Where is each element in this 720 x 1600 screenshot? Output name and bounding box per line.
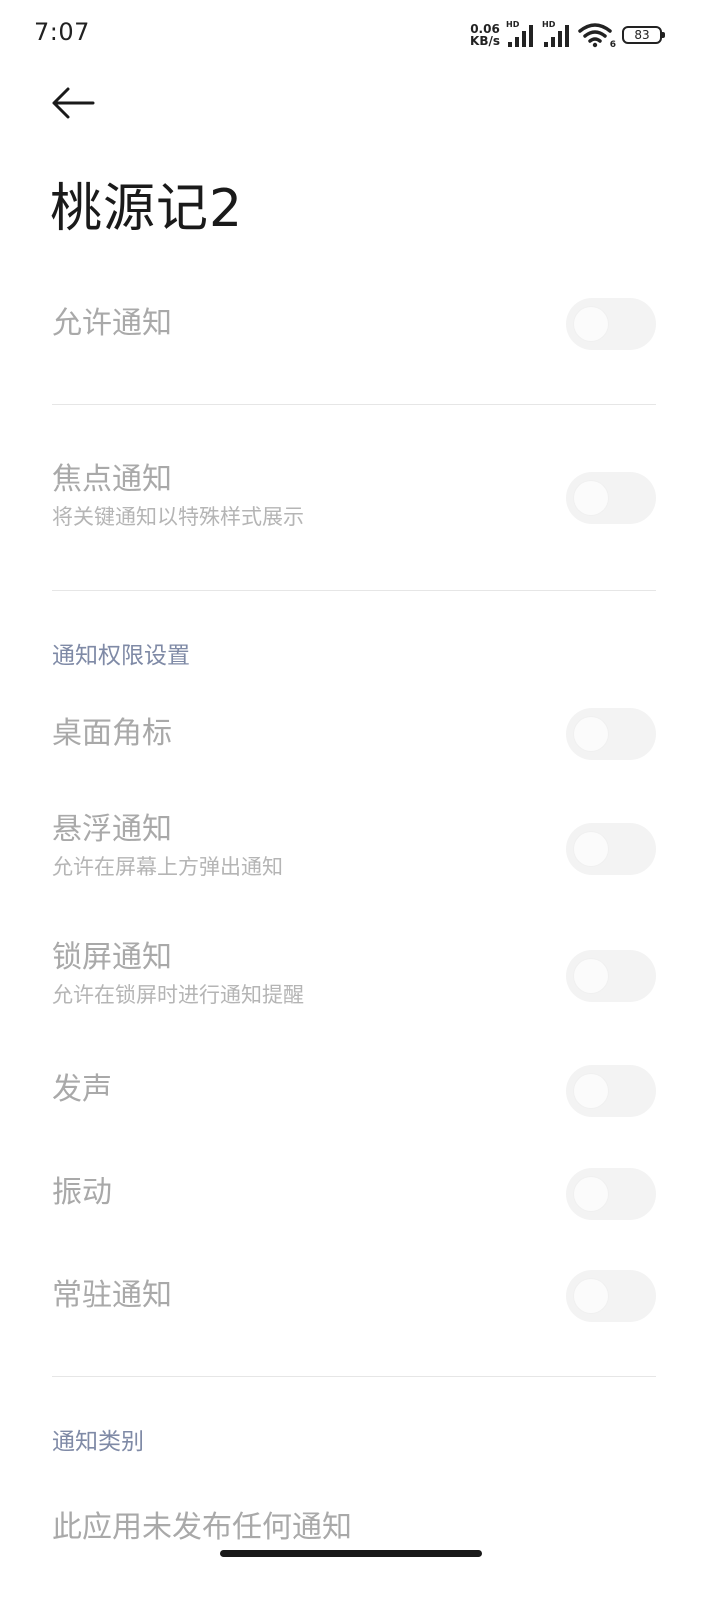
section-header-permissions: 通知权限设置	[52, 643, 190, 669]
floating-notifications-description: 允许在屏幕上方弹出通知	[52, 855, 283, 879]
cellular-signal-2: HD	[542, 20, 572, 48]
floating-notifications-toggle[interactable]	[566, 823, 656, 875]
page-title: 桃源记2	[50, 179, 244, 239]
divider	[52, 1376, 656, 1377]
focus-notifications-description: 将关键通知以特殊样式展示	[52, 505, 304, 529]
allow-notifications-toggle[interactable]	[566, 298, 656, 350]
wifi-status: 6	[578, 22, 616, 50]
network-speed: 0.06 KB/s	[470, 23, 500, 47]
persistent-notifications-toggle[interactable]	[566, 1270, 656, 1322]
battery-indicator: 83	[622, 26, 665, 44]
hd-label-2: HD	[542, 20, 556, 29]
network-speed-unit: KB/s	[470, 34, 500, 48]
no-categories-message: 此应用未发布任何通知	[52, 1510, 352, 1545]
section-header-categories: 通知类别	[52, 1429, 144, 1455]
focus-notifications-toggle[interactable]	[566, 472, 656, 524]
toggle-knob	[574, 1177, 608, 1211]
lockscreen-notifications-toggle[interactable]	[566, 950, 656, 1002]
divider	[52, 404, 656, 405]
back-button[interactable]	[44, 78, 102, 128]
toggle-knob	[574, 1074, 608, 1108]
toggle-knob	[574, 1279, 608, 1313]
divider	[52, 590, 656, 591]
sound-toggle[interactable]	[566, 1065, 656, 1117]
battery-level: 83	[634, 28, 650, 42]
back-arrow-icon	[52, 87, 95, 119]
vibration-toggle[interactable]	[566, 1168, 656, 1220]
floating-notifications-label: 悬浮通知	[52, 812, 172, 847]
toggle-knob	[574, 717, 608, 751]
toggle-knob	[574, 959, 608, 993]
home-indicator[interactable]	[220, 1550, 482, 1557]
status-bar: 7:07 0.06 KB/s HD HD 6 83	[0, 0, 720, 70]
badge-toggle[interactable]	[566, 708, 656, 760]
wifi-badge: 6	[609, 40, 616, 50]
status-time: 7:07	[34, 18, 90, 46]
lockscreen-notifications-description: 允许在锁屏时进行通知提醒	[52, 983, 304, 1007]
toggle-knob	[574, 307, 608, 341]
toggle-knob	[574, 832, 608, 866]
toggle-knob	[574, 481, 608, 515]
status-icons: 0.06 KB/s HD HD 6 83	[470, 20, 665, 50]
cellular-signal-1: HD	[506, 20, 536, 48]
hd-label-1: HD	[506, 20, 520, 29]
wifi-icon	[578, 23, 612, 48]
